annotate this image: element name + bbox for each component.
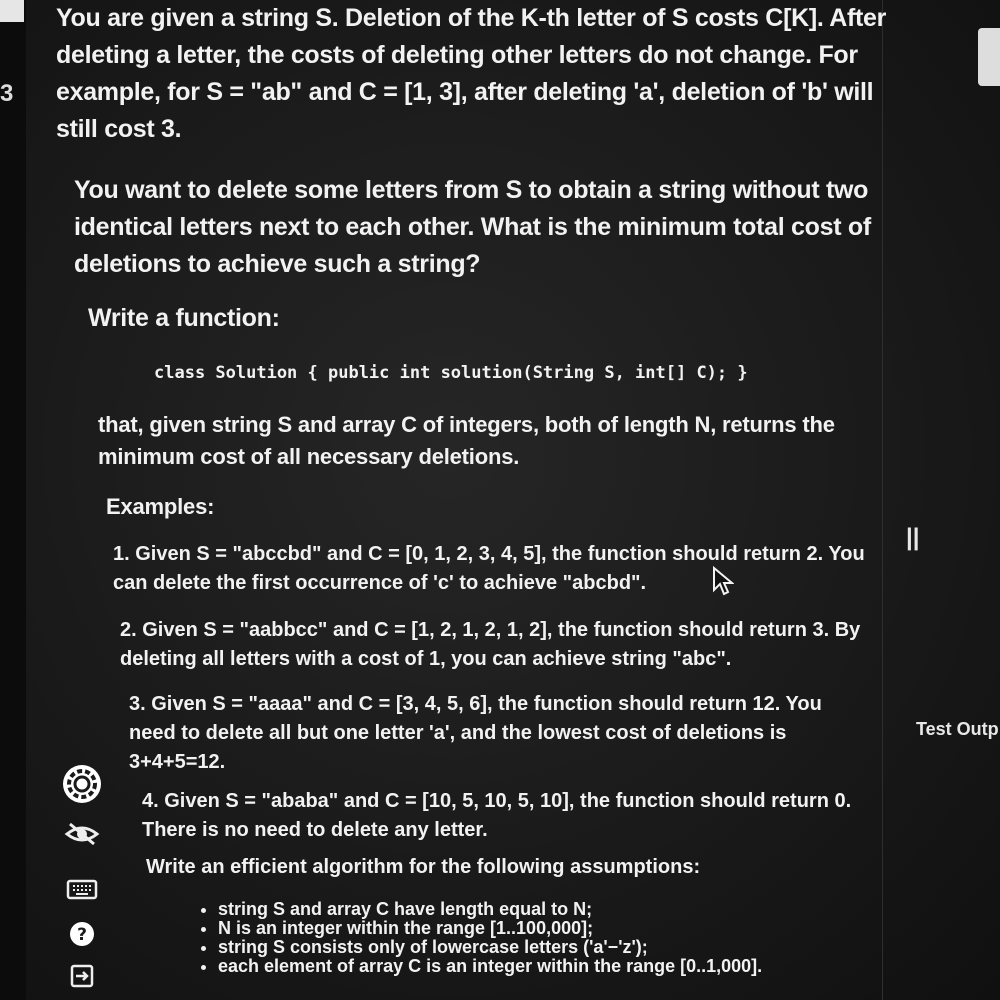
right-panel-tab[interactable]: [978, 28, 1000, 86]
exit-icon: [70, 964, 94, 988]
return-description: that, given string S and array C of inte…: [98, 412, 835, 469]
screen: 3 || Test Outp You are given a string S.…: [0, 0, 1000, 1000]
keyboard-icon: [66, 879, 98, 900]
svg-text:?: ?: [77, 925, 87, 945]
example-3: 3. Given S = "aaaa" and C = [3, 4, 5, 6]…: [129, 693, 822, 773]
visibility-toggle[interactable]: [58, 816, 106, 852]
test-output-label[interactable]: Test Outp: [916, 719, 999, 740]
exit-button[interactable]: [58, 958, 106, 994]
example-4: 4. Given S = "ababa" and C = [10, 5, 10,…: [142, 790, 852, 841]
assumptions-heading: Write an efficient algorithm for the fol…: [146, 856, 701, 878]
left-white-tab: [0, 0, 24, 22]
example-2: 2. Given S = "aabbcc" and C = [1, 2, 1, …: [120, 619, 861, 670]
left-strip: 3: [0, 0, 26, 1000]
gear-icon: [63, 765, 101, 803]
function-signature: class Solution { public int solution(Str…: [154, 363, 748, 383]
help-icon: ?: [70, 922, 94, 946]
mouse-cursor-icon: [713, 566, 734, 596]
assumption-item: string S and array C have length equal t…: [218, 900, 778, 919]
pause-icon[interactable]: ||: [906, 524, 919, 552]
assumptions-list: string S and array C have length equal t…: [194, 900, 778, 976]
intro-paragraph: You are given a string S. Deletion of th…: [56, 4, 887, 143]
write-function-label: Write a function:: [88, 304, 280, 332]
assumption-item: each element of array C is an integer wi…: [218, 957, 778, 976]
assumption-item: N is an integer within the range [1..100…: [218, 919, 778, 938]
left-edge-mark: 3: [0, 80, 14, 107]
keyboard-button[interactable]: [58, 868, 106, 908]
panel-divider[interactable]: [882, 0, 883, 1000]
example-1: 1. Given S = "abccbd" and C = [0, 1, 2, …: [113, 543, 865, 594]
examples-heading: Examples:: [106, 494, 215, 519]
help-button[interactable]: ?: [58, 916, 106, 952]
goal-paragraph: You want to delete some letters from S t…: [74, 176, 871, 278]
eye-off-icon: [64, 822, 100, 846]
settings-button[interactable]: [58, 760, 106, 808]
assumption-item: string S consists only of lowercase lett…: [218, 938, 778, 957]
